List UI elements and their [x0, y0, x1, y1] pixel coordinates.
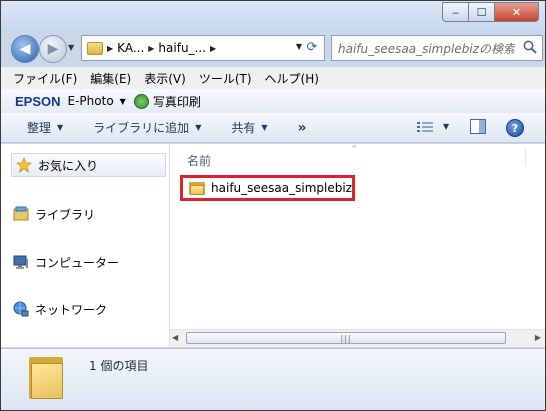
nav-item-label: お気に入り — [38, 158, 99, 173]
nav-item-favorites[interactable]: お気に入り — [11, 153, 166, 177]
nav-item-network[interactable]: ネットワーク — [13, 297, 107, 321]
command-bar: 整理 ▼ ライブラリに追加 ▼ 共有 ▼ » — [1, 113, 545, 143]
menu-file[interactable]: ファイル(F) — [13, 70, 77, 87]
horizontal-scrollbar[interactable]: ◀ ||| ▶ — [170, 329, 545, 347]
sort-ascending-icon: ^ — [351, 144, 358, 153]
folder-icon — [189, 181, 205, 195]
arrow-right-icon: ▶ — [47, 41, 59, 57]
arrow-left-icon: ◀ — [19, 41, 31, 57]
address-bar[interactable]: ▶ KA... ▶ haifu_... ▶ ▼ — [81, 35, 325, 61]
network-icon — [13, 301, 29, 317]
help-icon[interactable]: ? — [506, 119, 524, 137]
column-header-name[interactable]: 名前 — [187, 152, 211, 169]
close-button[interactable]: ✕ — [495, 2, 539, 22]
menu-view[interactable]: 表示(V) — [144, 70, 186, 87]
library-icon — [13, 206, 29, 222]
file-name: haifu_seesaa_simplebiz — [211, 181, 352, 195]
breadcrumb-segment[interactable]: haifu_... — [158, 41, 206, 55]
more-commands-button[interactable]: » — [298, 120, 307, 136]
item-count: 1 個の項目 — [89, 359, 149, 373]
forward-button[interactable]: ▶ — [39, 35, 67, 63]
breadcrumb-chevron-icon[interactable]: ▶ — [107, 44, 113, 53]
scrollbar-thumb[interactable]: ||| — [186, 332, 506, 344]
back-button[interactable]: ◀ — [11, 35, 39, 63]
breadcrumb-segment[interactable]: KA... — [117, 41, 144, 55]
photo-print-button[interactable]: 写真印刷 — [153, 93, 201, 110]
refresh-icon: ⟳ — [306, 39, 318, 55]
nav-item-label: コンピューター — [35, 255, 120, 270]
minimize-button[interactable]: ‒ — [442, 2, 469, 22]
breadcrumb-chevron-icon[interactable]: ▶ — [210, 44, 216, 53]
breadcrumb-chevron-icon[interactable]: ▶ — [148, 44, 154, 53]
search-input[interactable]: haifu_seesaa_simplebizの検索 — [338, 40, 515, 57]
search-box[interactable]: haifu_seesaa_simplebizの検索 — [331, 35, 543, 61]
caption-buttons: ‒ ☐ ✕ — [442, 2, 539, 22]
maximize-button[interactable]: ☐ — [469, 2, 495, 22]
scroll-right-icon[interactable]: ▶ — [535, 333, 541, 342]
column-separator[interactable] — [525, 148, 526, 166]
details-pane: 1 個の項目 — [1, 348, 545, 410]
recent-pages-dropdown[interactable]: ▼ — [68, 43, 74, 52]
view-options-icon[interactable] — [417, 121, 433, 134]
organize-label: 整理 — [27, 121, 52, 135]
ephoto-menu[interactable]: E-Photo — [68, 94, 114, 108]
folder-icon — [29, 357, 63, 399]
chevron-down-icon: ▼ — [195, 123, 202, 132]
menu-bar: ファイル(F) 編集(E) 表示(V) ツール(T) ヘルプ(H) — [1, 67, 545, 89]
share-label: 共有 — [231, 121, 256, 135]
view-dropdown-icon[interactable]: ▼ — [443, 122, 449, 131]
search-icon[interactable] — [522, 39, 538, 55]
scroll-left-icon[interactable]: ◀ — [172, 333, 178, 342]
refresh-button[interactable]: ⟳ — [301, 35, 323, 59]
organize-button[interactable]: 整理 ▼ — [27, 119, 63, 136]
add-to-library-label: ライブラリに追加 — [93, 121, 190, 135]
computer-icon — [13, 254, 29, 270]
menu-help[interactable]: ヘルプ(H) — [265, 70, 319, 87]
navigation-pane: お気に入り ライブラリ コンピューター ネットワーク — [1, 144, 170, 347]
star-icon — [16, 157, 32, 173]
chevron-down-icon: ▼ — [57, 123, 64, 132]
menu-edit[interactable]: 編集(E) — [90, 70, 131, 87]
nav-item-label: ライブラリ — [35, 207, 96, 222]
file-list-item[interactable]: haifu_seesaa_simplebiz — [180, 175, 355, 201]
add-to-library-button[interactable]: ライブラリに追加 ▼ — [93, 119, 201, 136]
nav-item-computer[interactable]: コンピューター — [13, 250, 119, 274]
file-list-pane: ^ 名前 haifu_seesaa_simplebiz ◀ ||| ▶ — [170, 144, 545, 347]
epson-logo: EPSON — [15, 93, 61, 109]
title-bar: ‒ ☐ ✕ — [1, 1, 545, 31]
epson-toolbar: EPSON E-Photo ▼ 写真印刷 — [1, 89, 545, 113]
nav-item-libraries[interactable]: ライブラリ — [13, 202, 95, 226]
chevron-down-icon[interactable]: ▼ — [120, 97, 126, 106]
menu-tools[interactable]: ツール(T) — [199, 70, 252, 87]
preview-pane-icon[interactable] — [470, 119, 486, 134]
nav-item-label: ネットワーク — [35, 302, 108, 317]
explorer-window: ‒ ☐ ✕ ◀ ▶ ▼ ▶ KA... ▶ haifu_... ▶ ▼ ⟳ ha… — [0, 0, 546, 411]
folder-icon — [87, 41, 103, 55]
photo-print-icon[interactable] — [133, 93, 149, 109]
navigation-row: ◀ ▶ ▼ ▶ KA... ▶ haifu_... ▶ ▼ ⟳ haifu_se… — [1, 31, 545, 65]
chevron-down-icon: ▼ — [261, 123, 268, 132]
share-button[interactable]: 共有 ▼ — [231, 119, 267, 136]
